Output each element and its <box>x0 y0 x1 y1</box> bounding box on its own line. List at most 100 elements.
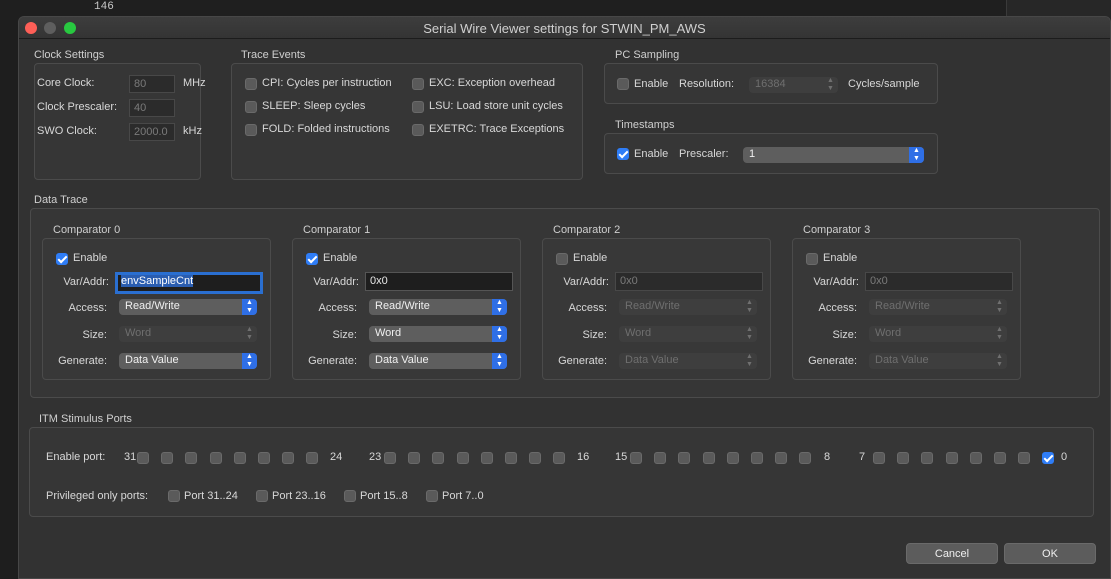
comparator-0-size-select[interactable]: Word ▲ ▼ <box>119 326 257 342</box>
title-bar: Serial Wire Viewer settings for STWIN_PM… <box>19 17 1110 39</box>
port-24-checkbox[interactable] <box>306 452 319 464</box>
comparator-2-var-input[interactable]: 0x0 <box>615 272 763 291</box>
port-4-checkbox[interactable] <box>945 452 958 464</box>
timestamps-enable-checkbox[interactable] <box>617 148 629 160</box>
port-30-checkbox[interactable] <box>161 452 174 464</box>
comparator-3-access-select[interactable]: Read/Write ▲ ▼ <box>869 299 1007 315</box>
port-group-3-high: 7 <box>859 451 866 463</box>
resolution-stepper[interactable]: 16384 ▲ ▼ <box>749 77 838 93</box>
window-title: Serial Wire Viewer settings for STWIN_PM… <box>423 21 706 36</box>
clock-settings-title: Clock Settings <box>34 49 105 61</box>
port-21-checkbox[interactable] <box>432 452 445 464</box>
privileged-31-24-checkbox[interactable] <box>168 490 180 502</box>
comparator-1-var-input[interactable]: 0x0 <box>365 272 513 291</box>
port-group-3-low: 0 <box>1061 451 1068 463</box>
privileged-7-0-checkbox[interactable] <box>426 490 438 502</box>
port-28-checkbox[interactable] <box>209 452 222 464</box>
comparator-0-generate-select[interactable]: Data Value ▲ ▼ <box>119 353 257 369</box>
exc-checkbox[interactable] <box>412 78 424 90</box>
comparator-2-enable-label: Enable <box>573 252 608 264</box>
enable-port-label: Enable port: <box>46 451 106 463</box>
privileged-15-8-checkbox[interactable] <box>344 490 356 502</box>
comparator-0-enable-checkbox[interactable] <box>56 253 68 265</box>
timestamps-title: Timestamps <box>615 119 675 131</box>
port-6-checkbox[interactable] <box>897 452 910 464</box>
comparator-0-var-input[interactable]: envSampleCnt <box>115 272 263 294</box>
privileged-15-8-label: Port 15..8 <box>360 490 408 502</box>
privileged-23-16-checkbox[interactable] <box>256 490 268 502</box>
chevron-up-down-icon: ▲ ▼ <box>242 299 257 315</box>
port-18-checkbox[interactable] <box>505 452 517 464</box>
timestamp-prescaler-select[interactable]: 1 ▲ ▼ <box>743 147 924 163</box>
comparator-2-access-value: Read/Write <box>625 300 680 312</box>
lsu-checkbox[interactable] <box>412 101 424 113</box>
port-31-checkbox[interactable] <box>137 452 149 464</box>
comparator-1-generate-select[interactable]: Data Value ▲ ▼ <box>369 353 507 369</box>
comparator-3-generate-select[interactable]: Data Value ▲ ▼ <box>869 353 1007 369</box>
comparator-2-enable-checkbox[interactable] <box>556 253 568 265</box>
port-14-checkbox[interactable] <box>654 452 667 464</box>
exetrc-checkbox[interactable] <box>412 124 424 136</box>
port-13-checkbox[interactable] <box>678 452 691 464</box>
port-26-checkbox[interactable] <box>258 452 270 464</box>
port-9-checkbox[interactable] <box>775 452 788 464</box>
cancel-button[interactable]: Cancel <box>906 543 998 564</box>
port-10-checkbox[interactable] <box>751 452 763 464</box>
swo-clock-field[interactable]: 2000.0 <box>129 123 175 141</box>
port-group-2-low: 8 <box>824 451 831 463</box>
comparator-3-size-value: Word <box>875 327 902 339</box>
port-7-checkbox[interactable] <box>873 452 885 464</box>
comparator-2-generate-label: Generate: <box>558 355 607 367</box>
comparator-3-enable-label: Enable <box>823 252 858 264</box>
comparator-2-access-select[interactable]: Read/Write ▲ ▼ <box>619 299 757 315</box>
comparator-0-access-label: Access: <box>68 302 107 314</box>
comparator-3-group: Enable Var/Addr: 0x0 Access: Read/Write … <box>792 238 1021 380</box>
port-group-2-high: 15 <box>615 451 628 463</box>
comparator-2-generate-select[interactable]: Data Value ▲ ▼ <box>619 353 757 369</box>
clock-prescaler-field[interactable]: 40 <box>129 99 175 117</box>
sleep-checkbox[interactable] <box>245 101 257 113</box>
port-group-1-low: 16 <box>577 451 590 463</box>
ok-button[interactable]: OK <box>1004 543 1096 564</box>
port-22-checkbox[interactable] <box>408 452 421 464</box>
timestamp-prescaler-label: Prescaler: <box>679 148 729 160</box>
comparator-0-access-select[interactable]: Read/Write ▲ ▼ <box>119 299 257 315</box>
comparator-3-size-select[interactable]: Word ▲ ▼ <box>869 326 1007 342</box>
fold-checkbox[interactable] <box>245 124 257 136</box>
port-16-checkbox[interactable] <box>553 452 566 464</box>
port-20-checkbox[interactable] <box>456 452 469 464</box>
port-12-checkbox[interactable] <box>702 452 715 464</box>
port-11-checkbox[interactable] <box>726 452 739 464</box>
comparator-1-access-label: Access: <box>318 302 357 314</box>
comparator-1-enable-checkbox[interactable] <box>306 253 318 265</box>
comparator-1-access-select[interactable]: Read/Write ▲ ▼ <box>369 299 507 315</box>
comparator-3-enable-checkbox[interactable] <box>806 253 818 265</box>
port-25-checkbox[interactable] <box>282 452 295 464</box>
comparator-3-var-input[interactable]: 0x0 <box>865 272 1013 291</box>
stepper-icon[interactable]: ▲ ▼ <box>823 77 838 93</box>
port-23-checkbox[interactable] <box>384 452 396 464</box>
comparator-0-access-value: Read/Write <box>125 300 180 312</box>
privileged-23-16-label: Port 23..16 <box>272 490 326 502</box>
port-29-checkbox[interactable] <box>185 452 198 464</box>
port-0-checkbox[interactable] <box>1042 452 1055 464</box>
comparator-2-size-select[interactable]: Word ▲ ▼ <box>619 326 757 342</box>
pc-sampling-enable-checkbox[interactable] <box>617 78 629 90</box>
port-5-checkbox[interactable] <box>921 452 934 464</box>
chevron-up-down-icon: ▲ ▼ <box>746 299 753 314</box>
port-3-checkbox[interactable] <box>969 452 982 464</box>
timestamp-prescaler-value: 1 <box>749 148 756 160</box>
port-2-checkbox[interactable] <box>994 452 1006 464</box>
comparator-1-size-select[interactable]: Word ▲ ▼ <box>369 326 507 342</box>
port-15-checkbox[interactable] <box>630 452 642 464</box>
cpi-checkbox[interactable] <box>245 78 257 90</box>
port-17-checkbox[interactable] <box>529 452 542 464</box>
port-27-checkbox[interactable] <box>233 452 246 464</box>
comparator-1-var-value: 0x0 <box>370 275 388 287</box>
port-1-checkbox[interactable] <box>1018 452 1031 464</box>
resolution-unit: Cycles/sample <box>848 78 920 90</box>
itm-title: ITM Stimulus Ports <box>39 413 132 425</box>
port-19-checkbox[interactable] <box>480 452 493 464</box>
core-clock-field[interactable]: 80 <box>129 75 175 93</box>
port-8-checkbox[interactable] <box>799 452 812 464</box>
